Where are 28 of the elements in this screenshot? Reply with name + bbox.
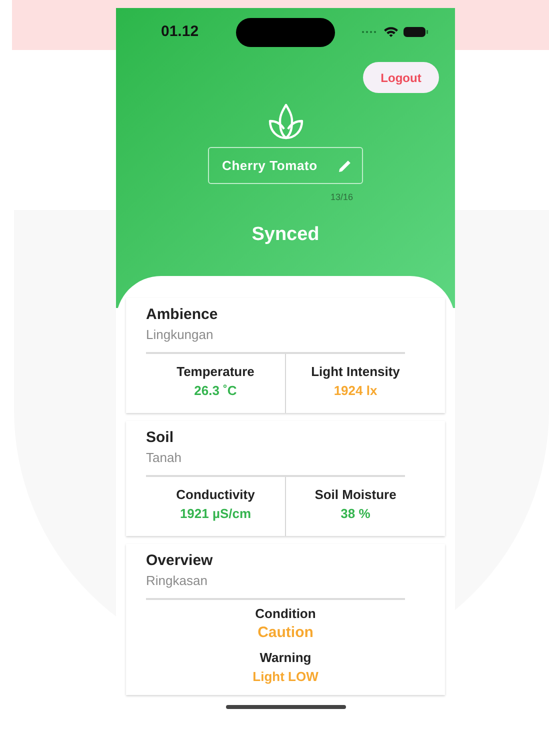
metric-label: Warning: [260, 649, 312, 667]
section-title: Ambience: [146, 305, 219, 325]
metric-value: Light LOW: [252, 668, 318, 686]
section-subtitle: Ringkasan: [146, 572, 208, 590]
logout-button[interactable]: Logout: [363, 62, 439, 93]
metric-value: 1921 µS/cm: [180, 505, 252, 523]
metric-label: Temperature: [176, 363, 254, 381]
metric-label: Light Intensity: [311, 363, 400, 381]
sync-status: Synced: [252, 222, 320, 246]
plant-name-field[interactable]: Cherry Tomato: [208, 147, 363, 184]
battery-icon: [403, 26, 429, 38]
section-subtitle: Tanah: [146, 449, 182, 467]
character-counter: 13/16: [330, 191, 353, 204]
metric-label: Condition: [255, 605, 316, 623]
leaf-icon: [266, 102, 304, 140]
metric-value: 38 %: [340, 505, 370, 523]
metric-value: Caution: [258, 623, 314, 643]
metric-label: Soil Moisture: [314, 486, 396, 504]
status-time: 01.12: [161, 22, 200, 42]
section-subtitle: Lingkungan: [146, 326, 214, 344]
metric-label: Conductivity: [176, 486, 255, 504]
wifi-icon: [383, 26, 399, 38]
metric-value: 1924 lx: [334, 382, 378, 400]
signal-icon: [361, 30, 379, 34]
pencil-icon[interactable]: [338, 158, 352, 172]
metric-value: 26.3 ˚C: [194, 382, 237, 400]
section-title: Overview: [146, 551, 214, 571]
section-title: Soil: [146, 428, 175, 448]
